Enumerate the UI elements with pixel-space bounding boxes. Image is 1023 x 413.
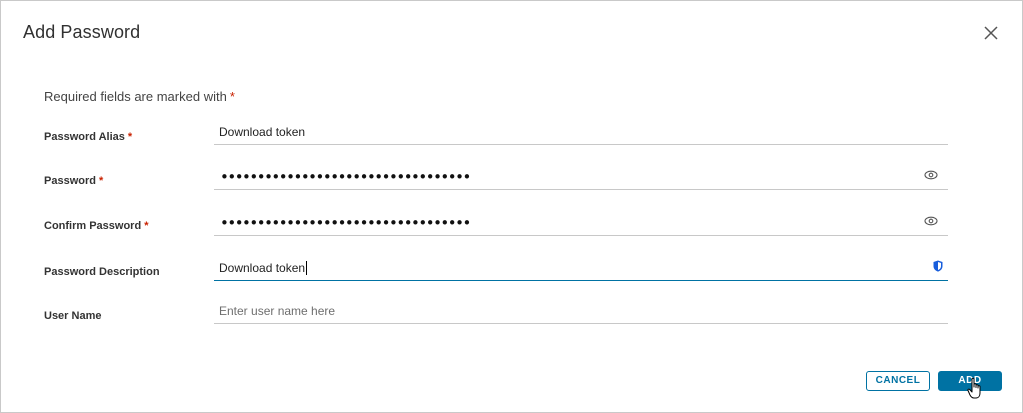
required-marker: * <box>98 175 104 187</box>
password-label-text: Password <box>44 175 96 187</box>
confirm-password-masked-value: •••••••••••••••••••••••••••••••••• <box>220 214 471 232</box>
user-name-label: User Name <box>44 310 101 322</box>
password-label: Password * <box>44 175 103 187</box>
required-marker: * <box>229 89 235 104</box>
eye-icon[interactable] <box>924 216 938 226</box>
password-description-value-wrap: Download token <box>219 261 308 275</box>
password-field[interactable]: •••••••••••••••••••••••••••••••••• <box>214 164 948 190</box>
confirm-password-field[interactable]: •••••••••••••••••••••••••••••••••• <box>214 210 948 236</box>
password-description-value: Download token <box>219 261 306 275</box>
password-alias-value: Download token <box>219 125 306 139</box>
password-masked-value: •••••••••••••••••••••••••••••••••• <box>220 168 471 186</box>
user-name-placeholder: Enter user name here <box>219 304 336 318</box>
user-name-label-text: User Name <box>44 310 102 322</box>
close-icon[interactable] <box>982 24 1000 42</box>
password-description-field[interactable]: Download token <box>214 255 948 281</box>
add-password-dialog: Add Password Required fields are marked … <box>0 0 1023 413</box>
confirm-password-label-text: Confirm Password <box>44 220 142 232</box>
required-marker: * <box>127 131 133 143</box>
required-note-text: Required fields are marked with <box>44 89 227 104</box>
text-caret <box>306 261 308 275</box>
password-description-label: Password Description <box>44 266 160 278</box>
eye-icon[interactable] <box>924 170 938 180</box>
add-button[interactable]: ADD <box>938 371 1002 391</box>
password-description-label-text: Password Description <box>44 266 160 278</box>
shield-icon[interactable] <box>933 260 943 272</box>
required-fields-note: Required fields are marked with * <box>44 89 235 104</box>
password-alias-label-text: Password Alias <box>44 131 125 143</box>
required-marker: * <box>144 220 149 232</box>
confirm-password-label: Confirm Password * <box>44 220 148 232</box>
user-name-field[interactable]: Enter user name here <box>214 298 948 324</box>
dialog-title: Add Password <box>23 22 141 42</box>
cancel-button[interactable]: CANCEL <box>866 371 930 391</box>
password-alias-field[interactable]: Download token <box>214 119 948 145</box>
password-alias-label: Password Alias * <box>44 131 132 143</box>
